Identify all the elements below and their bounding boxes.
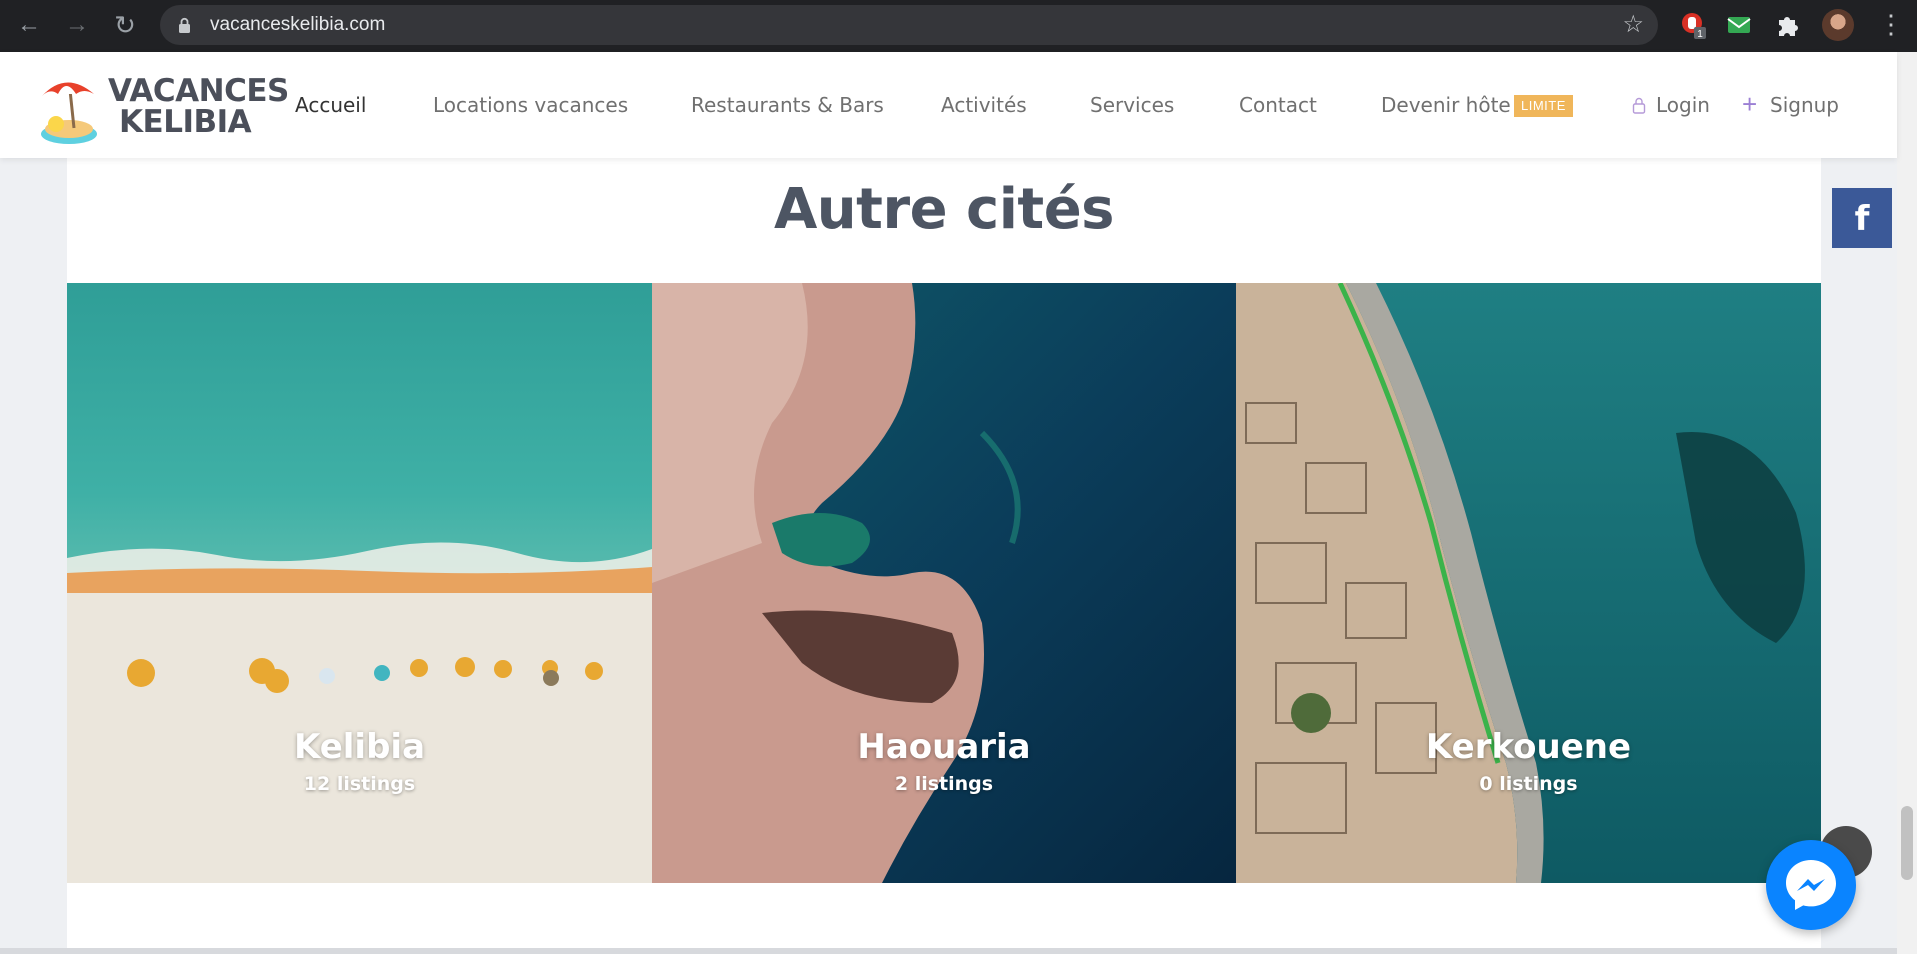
city-card-kerkouene[interactable]: Kerkouene 0 listings	[1236, 283, 1821, 883]
bottom-edge	[0, 948, 1897, 954]
scrollbar-thumb[interactable]	[1901, 806, 1913, 880]
city-listings-count: 12 listings	[303, 773, 416, 795]
section-title: Autre cités	[773, 177, 1115, 242]
signup-plus-icon: +	[1742, 89, 1758, 119]
city-card-haouaria[interactable]: Haouaria 2 listings	[652, 283, 1236, 883]
city-listings-count: 2 listings	[894, 773, 994, 795]
site-logo[interactable]: VACANCES KELIBIA	[36, 70, 298, 150]
logo-wordmark: VACANCES KELIBIA	[108, 76, 289, 138]
messenger-chat-button[interactable]	[1766, 840, 1856, 930]
messenger-icon	[1786, 860, 1836, 910]
logo-line-1: VACANCES	[108, 73, 289, 109]
city-name: Kelibia	[293, 727, 426, 767]
city-card-kelibia[interactable]: Kelibia 12 listings	[67, 283, 652, 883]
extension-badge-count: 1	[1697, 29, 1703, 40]
puzzle-icon[interactable]	[1773, 10, 1803, 40]
login-link[interactable]: Login	[1656, 52, 1710, 158]
facebook-icon: f	[1854, 199, 1870, 239]
nav-services[interactable]: Services	[1090, 52, 1174, 158]
limite-badge: LIMITE	[1514, 95, 1573, 117]
nav-devenir-hote[interactable]: Devenir hôte	[1381, 52, 1511, 158]
star-icon[interactable]: ☆	[1622, 11, 1644, 39]
login-lock-icon	[1632, 97, 1646, 114]
city-listings-count: 0 listings	[1479, 773, 1578, 795]
mail-check-icon[interactable]	[1724, 10, 1754, 40]
more-vert-icon[interactable]: ⋮	[1878, 10, 1904, 40]
url-text[interactable]: vacanceskelibia.com	[210, 5, 385, 45]
cities-grid: Kelibia 12 listings Haouaria 2 listings …	[67, 283, 1821, 883]
beach-umbrella-logo-icon	[41, 82, 97, 144]
nav-contact[interactable]: Contact	[1239, 52, 1317, 158]
address-bar[interactable]: vacanceskelibia.com ☆	[160, 5, 1658, 45]
facebook-share-button[interactable]: f	[1832, 188, 1892, 248]
back-arrow-icon[interactable]: ←	[14, 10, 44, 40]
extension-icon[interactable]: 1	[1678, 10, 1708, 40]
logo-line-2: KELIBIA	[119, 104, 252, 140]
site-header: VACANCES KELIBIA Accueil Locations vacan…	[0, 52, 1897, 158]
city-name: Kerkouene	[1425, 727, 1632, 767]
forward-arrow-icon[interactable]: →	[62, 10, 92, 40]
nav-activites[interactable]: Activités	[941, 52, 1027, 158]
signup-link[interactable]: Signup	[1770, 52, 1839, 158]
profile-avatar[interactable]	[1822, 9, 1854, 41]
nav-locations-vacances[interactable]: Locations vacances	[433, 52, 628, 158]
reload-icon[interactable]: ↻	[110, 10, 140, 40]
nav-accueil[interactable]: Accueil	[295, 52, 366, 158]
browser-toolbar: ← → ↻ vacanceskelibia.com ☆ 1 ⋮	[0, 0, 1917, 52]
city-name: Haouaria	[857, 727, 1031, 767]
lock-icon	[179, 17, 190, 33]
main-content: Autre cités Kelibia 12 listings Haouaria…	[67, 158, 1821, 954]
nav-restaurants-bars[interactable]: Restaurants & Bars	[691, 52, 884, 158]
